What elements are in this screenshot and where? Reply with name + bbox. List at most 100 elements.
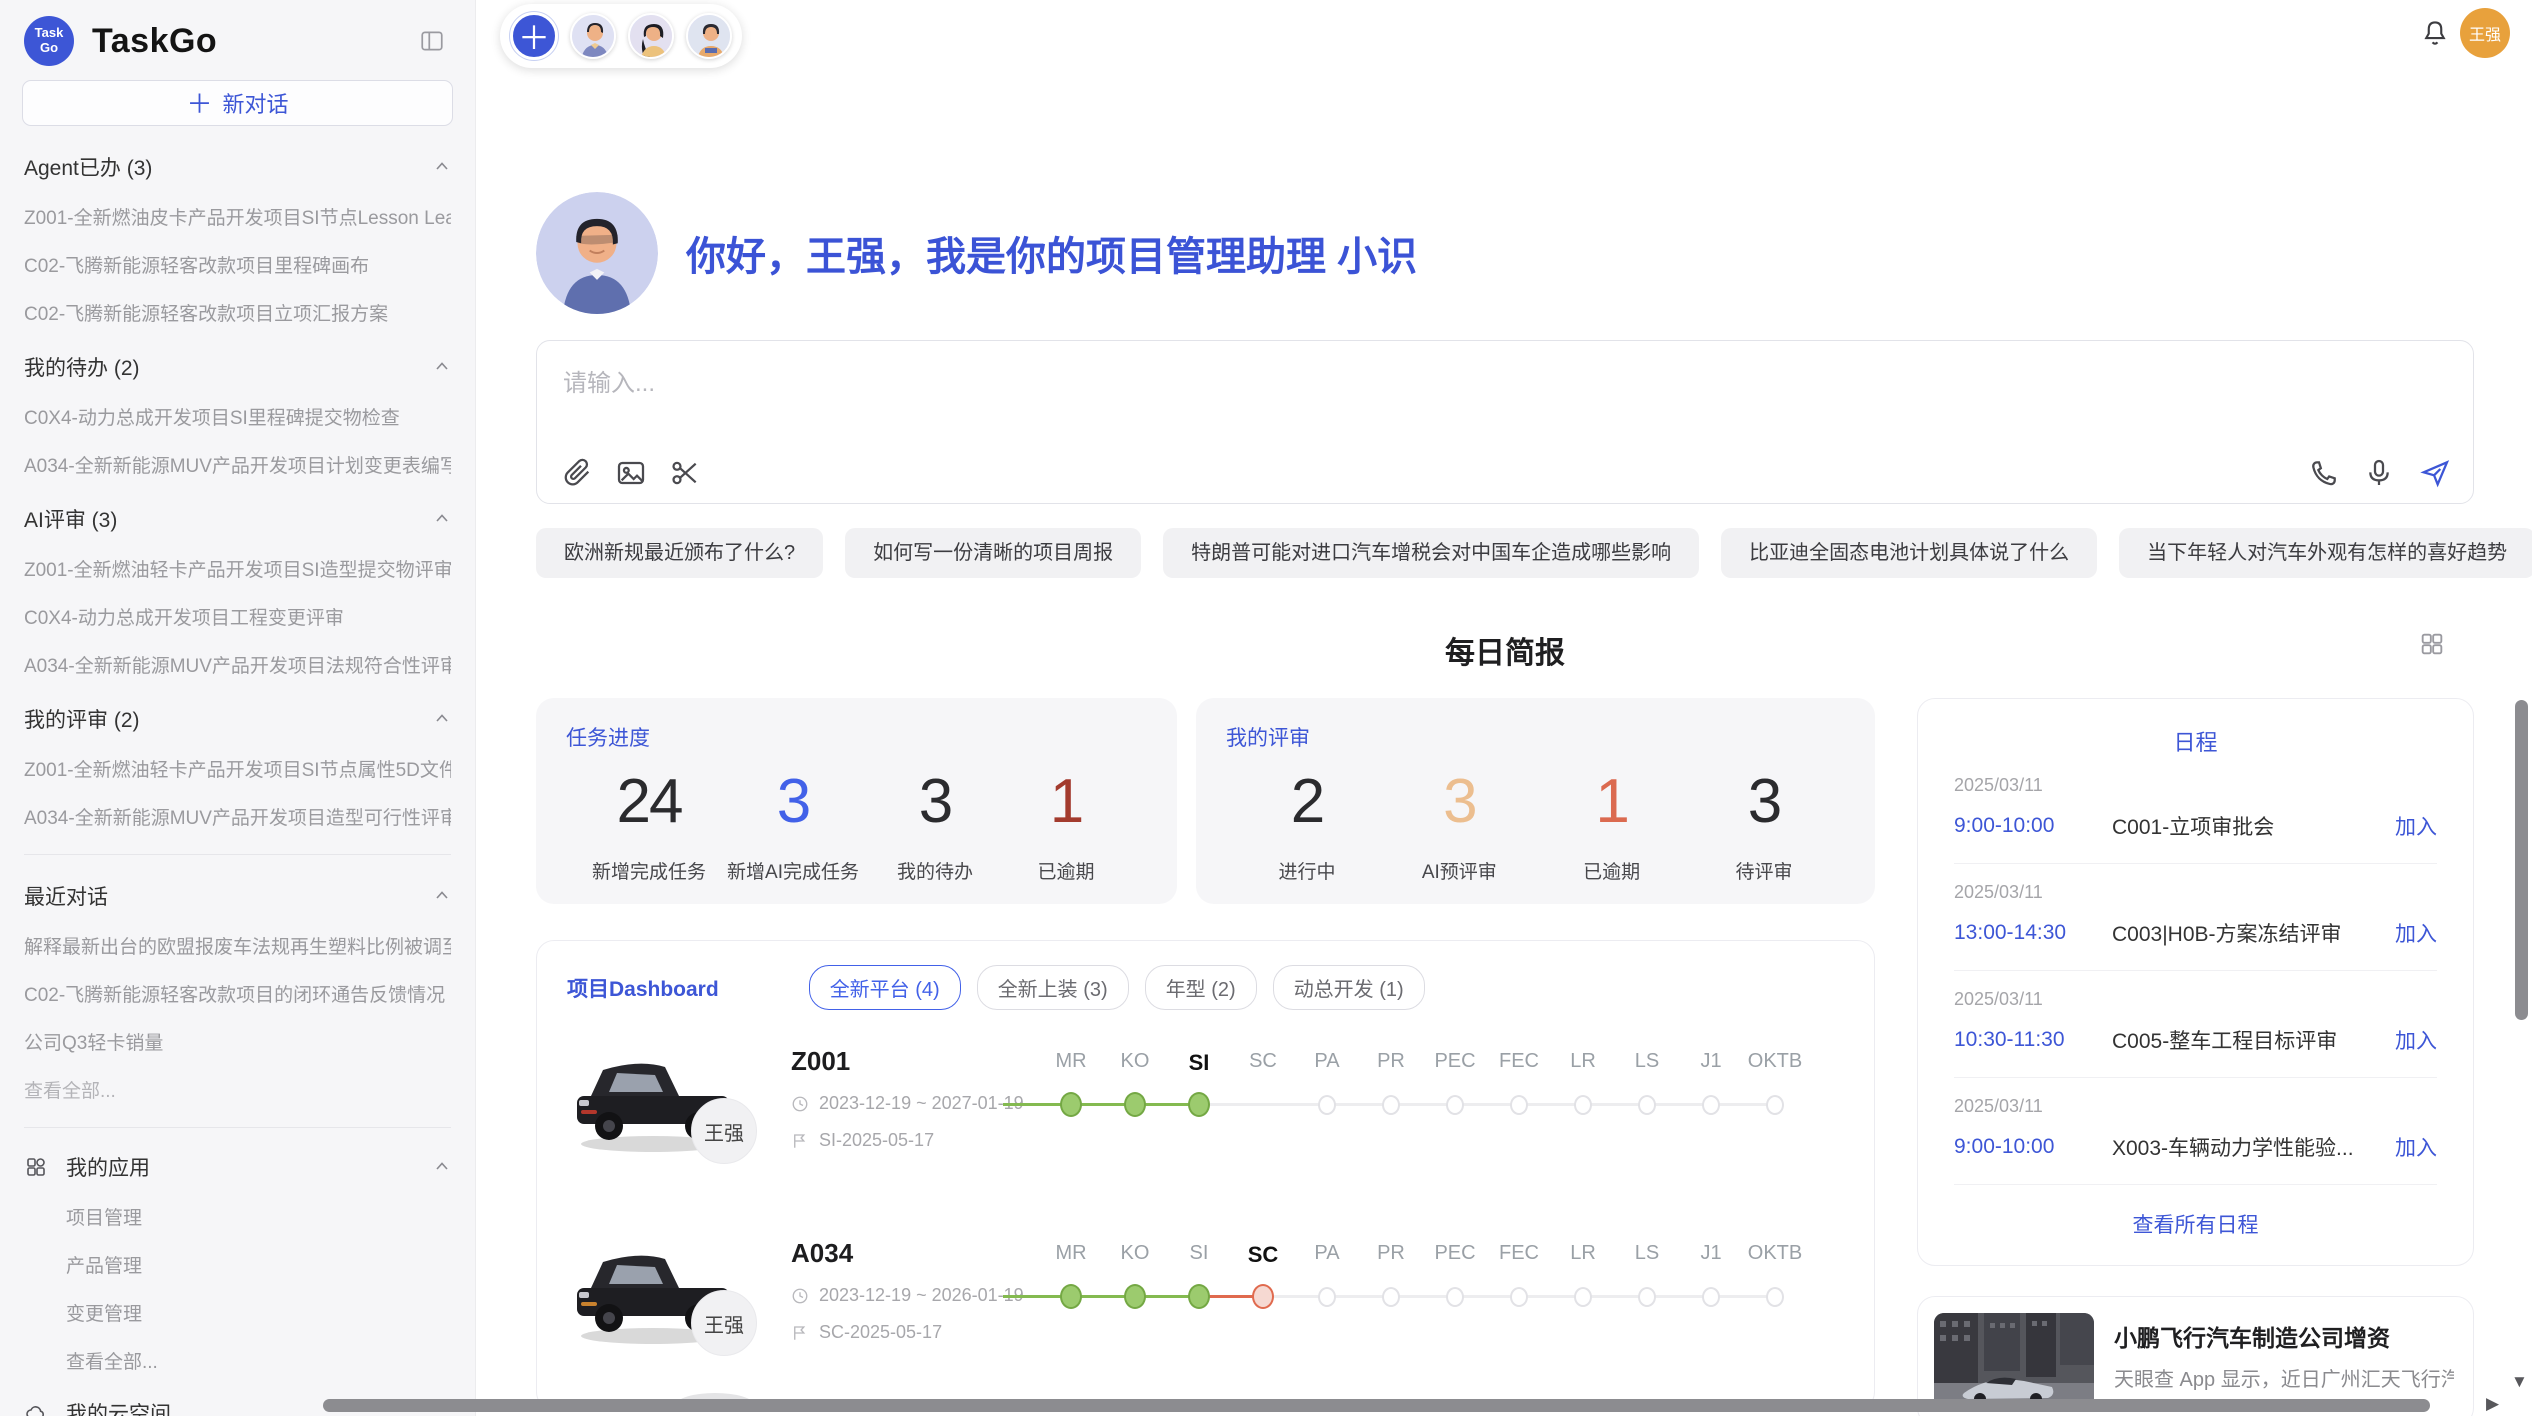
notifications-bell-icon[interactable] <box>2420 18 2450 48</box>
recent-chat-item[interactable]: 解释最新出台的欧盟报废车法规再生塑料比例被调至15%... <box>24 932 451 959</box>
avatar-contact-1[interactable] <box>570 13 616 59</box>
image-icon[interactable] <box>615 457 647 489</box>
section-ai-review[interactable]: AI评审 (3) <box>24 504 451 534</box>
scroll-down-arrow-icon[interactable]: ▼ <box>2511 1372 2528 1392</box>
milestone-label: LS <box>1615 1242 1679 1268</box>
chevron-up-icon <box>433 1158 451 1176</box>
tab-powertrain[interactable]: 动总开发 (1) <box>1273 965 1425 1010</box>
tab-all-new-platform[interactable]: 全新平台 (4) <box>809 965 961 1010</box>
view-all-apps-link[interactable]: 查看全部... <box>66 1347 451 1374</box>
stat-label: AI预评审 <box>1404 857 1514 884</box>
avatar-contact-3[interactable] <box>686 13 732 59</box>
owner-badge: 王强 <box>691 1290 757 1356</box>
project-row[interactable]: 王强 Z001 2023-12-19 ~ 2027-01-19 <box>567 1036 1844 1202</box>
suggestion-chip[interactable]: 特朗普可能对进口汽车增税会对中国车企造成哪些影响 <box>1163 528 1699 578</box>
project-dates: 2023-12-19 ~ 2027-01-19 <box>819 1093 1024 1114</box>
schedule-item[interactable]: 2025/03/11 9:00-10:00 X003-车辆动力学性能验... 加… <box>1954 1078 2437 1185</box>
phone-call-icon[interactable] <box>2307 457 2339 489</box>
assistant-avatar <box>536 192 658 314</box>
section-title: 我的待办 (2) <box>24 352 140 382</box>
sidebar-item[interactable]: Z001-全新燃油皮卡产品开发项目SI节点Lesson Learn报告 <box>24 203 451 230</box>
grid-icon <box>24 1155 48 1179</box>
section-recent-chats[interactable]: 最近对话 <box>24 881 451 911</box>
view-all-chats-link[interactable]: 查看全部... <box>24 1076 451 1103</box>
schedule-time: 9:00-10:00 <box>1954 1135 2112 1159</box>
send-icon[interactable] <box>2419 457 2451 489</box>
chat-input[interactable] <box>563 363 2443 429</box>
sidebar-item-my-apps[interactable]: 我的应用 <box>24 1152 451 1182</box>
tab-new-body[interactable]: 全新上装 (3) <box>977 965 1129 1010</box>
recent-chat-item[interactable]: 公司Q3轻卡销量 <box>24 1028 451 1055</box>
sidebar-item[interactable]: C02-飞腾新能源轻客改款项目里程碑画布 <box>24 251 451 278</box>
sidebar-item[interactable]: C0X4-动力总成开发项目SI里程碑提交物检查 <box>24 403 451 430</box>
stat-value: 24 <box>592 766 706 837</box>
milestone-dot <box>1574 1287 1592 1307</box>
schedule-time: 10:30-11:30 <box>1954 1028 2112 1052</box>
sidebar-item[interactable]: A034-全新新能源MUV产品开发项目造型可行性评审 <box>24 803 451 830</box>
section-my-todo[interactable]: 我的待办 (2) <box>24 352 451 382</box>
plus-icon: ＋ <box>186 84 212 121</box>
suggestion-chip[interactable]: 当下年轻人对汽车外观有怎样的喜好趋势 <box>2119 528 2532 578</box>
sidebar-item[interactable]: Z001-全新燃油轻卡产品开发项目SI节点属性5D文件评审 <box>24 755 451 782</box>
tab-year-model[interactable]: 年型 (2) <box>1145 965 1257 1010</box>
schedule-name: C005-整车工程目标评审 <box>2112 1025 2395 1055</box>
sidebar-item[interactable]: Z001-全新燃油轻卡产品开发项目SI造型提交物评审 <box>24 555 451 582</box>
sidebar-item[interactable]: A034-全新新能源MUV产品开发项目计划变更表编写 <box>24 451 451 478</box>
avatar-contact-2[interactable] <box>628 13 674 59</box>
schedule-item[interactable]: 2025/03/11 9:00-10:00 C001-立项审批会 加入 <box>1954 757 2437 864</box>
milestone-label: PEC <box>1423 1242 1487 1268</box>
milestone-dot <box>1510 1095 1528 1115</box>
view-all-schedule-link[interactable]: 查看所有日程 <box>1954 1209 2437 1239</box>
milestone-dot <box>1638 1095 1656 1115</box>
sidebar-item-product-mgmt[interactable]: 产品管理 <box>66 1251 451 1278</box>
new-chat-button[interactable]: ＋ 新对话 <box>22 80 453 126</box>
section-agent-done[interactable]: Agent已办 (3) <box>24 152 451 182</box>
suggestion-chip[interactable]: 比亚迪全固态电池计划具体说了什么 <box>1721 528 2097 578</box>
suggestion-chip[interactable]: 欧洲新规最近颁布了什么? <box>536 528 823 578</box>
milestone-dot <box>1702 1287 1720 1307</box>
avatar-illustration <box>688 15 732 59</box>
horizontal-scrollbar[interactable] <box>323 1399 2430 1412</box>
sidebar-item-change-mgmt[interactable]: 变更管理 <box>66 1299 451 1326</box>
milestone-dot <box>1252 1284 1274 1309</box>
greeting-block: 你好，王强，我是你的项目管理助理 小识 <box>536 0 2474 314</box>
microphone-icon[interactable] <box>2363 457 2395 489</box>
vertical-scrollbar[interactable] <box>2515 700 2528 1020</box>
section-title: 最近对话 <box>24 881 108 911</box>
section-title: Agent已办 (3) <box>24 152 152 182</box>
milestone-label: OKTB <box>1743 1242 1807 1268</box>
app-title: TaskGo <box>92 22 217 61</box>
join-meeting-link[interactable]: 加入 <box>2395 1025 2437 1055</box>
user-avatar[interactable]: 王强 <box>2460 8 2510 58</box>
schedule-name: C001-立项审批会 <box>2112 811 2395 841</box>
owner-badge: 王强 <box>691 1098 757 1164</box>
news-card[interactable]: 小鹏飞行汽车制造公司增资 天眼查 App 显示，近日广州汇天飞行汽... <box>1917 1296 2474 1416</box>
news-summary: 天眼查 App 显示，近日广州汇天飞行汽... <box>2114 1363 2454 1392</box>
suggestion-chip[interactable]: 如何写一份清晰的项目周报 <box>845 528 1141 578</box>
attachment-icon[interactable] <box>561 457 593 489</box>
milestone-label: SC <box>1231 1050 1295 1076</box>
project-row[interactable]: 王强 A034 2023-12-19 ~ 2026-01-19 <box>567 1228 1844 1394</box>
milestone-timeline: MRKOSISCPAPRPECFECLRLSJ1OKTB <box>1039 1228 1807 1312</box>
scissors-icon[interactable] <box>669 457 701 489</box>
daily-briefing-header: 每日简报 <box>536 628 2474 672</box>
input-tools-right <box>2307 457 2451 489</box>
join-meeting-link[interactable]: 加入 <box>2395 811 2437 841</box>
schedule-item[interactable]: 2025/03/11 13:00-14:30 C003|H0B-方案冻结评审 加… <box>1954 864 2437 971</box>
schedule-item[interactable]: 2025/03/11 10:30-11:30 C005-整车工程目标评审 加入 <box>1954 971 2437 1078</box>
sidebar-item[interactable]: A034-全新新能源MUV产品开发项目法规符合性评审 <box>24 651 451 678</box>
milestone-dot <box>1124 1284 1146 1309</box>
section-my-review[interactable]: 我的评审 (2) <box>24 704 451 734</box>
my-apps-label: 我的应用 <box>66 1152 150 1182</box>
sidebar-item-project-mgmt[interactable]: 项目管理 <box>66 1203 451 1230</box>
stat-value: 1 <box>1011 766 1121 837</box>
sidebar-item[interactable]: C0X4-动力总成开发项目工程变更评审 <box>24 603 451 630</box>
add-conversation-button[interactable]: ＋ <box>510 12 558 60</box>
scroll-right-arrow-icon[interactable]: ▶ <box>2486 1394 2499 1414</box>
recent-chat-item[interactable]: C02-飞腾新能源轻客改款项目的闭环通告反馈情况 <box>24 980 451 1007</box>
sidebar-item[interactable]: C02-飞腾新能源轻客改款项目立项汇报方案 <box>24 299 451 326</box>
join-meeting-link[interactable]: 加入 <box>2395 1132 2437 1162</box>
collapse-sidebar-button[interactable] <box>413 22 451 60</box>
layout-grid-icon[interactable] <box>2418 630 2446 658</box>
join-meeting-link[interactable]: 加入 <box>2395 918 2437 948</box>
